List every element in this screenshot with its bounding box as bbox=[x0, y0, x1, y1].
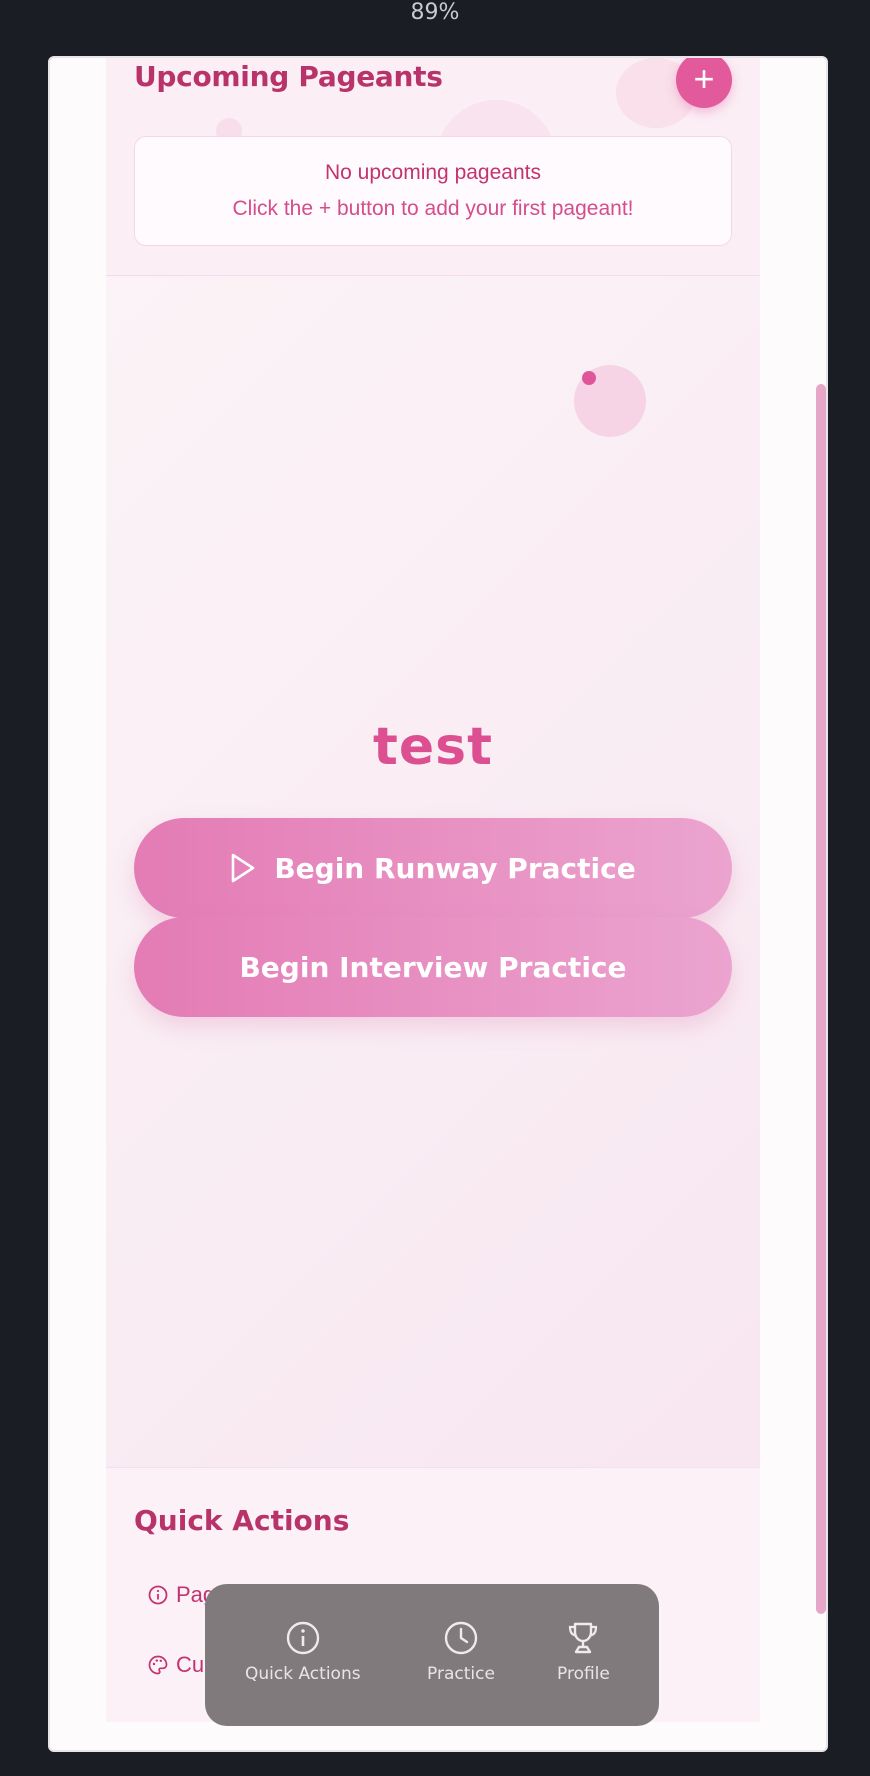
palette-icon bbox=[148, 1655, 168, 1675]
quick-action-item[interactable]: Cu bbox=[148, 1652, 204, 1678]
begin-runway-practice-button[interactable]: Begin Runway Practice bbox=[134, 818, 732, 918]
tab-label: Practice bbox=[427, 1664, 495, 1684]
upcoming-pageants-section: Upcoming Pageants + No upcoming pageants… bbox=[106, 58, 760, 276]
hero-title: test bbox=[373, 717, 493, 777]
bottom-tab-bar: Quick Actions Practice Profile bbox=[205, 1584, 659, 1726]
decor-dot bbox=[582, 371, 596, 385]
quick-actions-title: Quick Actions bbox=[134, 1504, 350, 1537]
tab-profile[interactable]: Profile bbox=[557, 1620, 610, 1684]
zoom-level: 89% bbox=[410, 0, 460, 25]
begin-runway-practice-label: Begin Runway Practice bbox=[274, 851, 636, 885]
empty-state-hint: Click the + button to add your first pag… bbox=[232, 197, 634, 220]
add-pageant-button[interactable]: + bbox=[676, 58, 732, 108]
app-content: Upcoming Pageants + No upcoming pageants… bbox=[106, 58, 760, 1722]
tab-label: Quick Actions bbox=[245, 1664, 361, 1684]
info-icon bbox=[148, 1585, 168, 1605]
scrollbar-thumb[interactable] bbox=[816, 384, 826, 1614]
clock-icon bbox=[444, 1621, 478, 1655]
info-icon bbox=[286, 1621, 319, 1655]
upcoming-pageants-title: Upcoming Pageants bbox=[134, 60, 443, 93]
app-viewport: Upcoming Pageants + No upcoming pageants… bbox=[48, 56, 828, 1752]
play-icon bbox=[232, 853, 255, 883]
tab-practice[interactable]: Practice bbox=[427, 1620, 495, 1684]
empty-state-title: No upcoming pageants bbox=[325, 161, 541, 184]
empty-state-card: No upcoming pageants Click the + button … bbox=[134, 136, 732, 246]
begin-interview-practice-button[interactable]: Begin Interview Practice bbox=[134, 917, 732, 1017]
trophy-icon bbox=[569, 1622, 598, 1654]
practice-hero: test Begin Runway Practice Begin Intervi… bbox=[106, 277, 760, 1467]
tab-quick-actions[interactable]: Quick Actions bbox=[245, 1620, 361, 1684]
tab-label: Profile bbox=[557, 1664, 610, 1684]
quick-action-label: Cu bbox=[176, 1652, 205, 1677]
begin-interview-practice-label: Begin Interview Practice bbox=[239, 950, 627, 984]
